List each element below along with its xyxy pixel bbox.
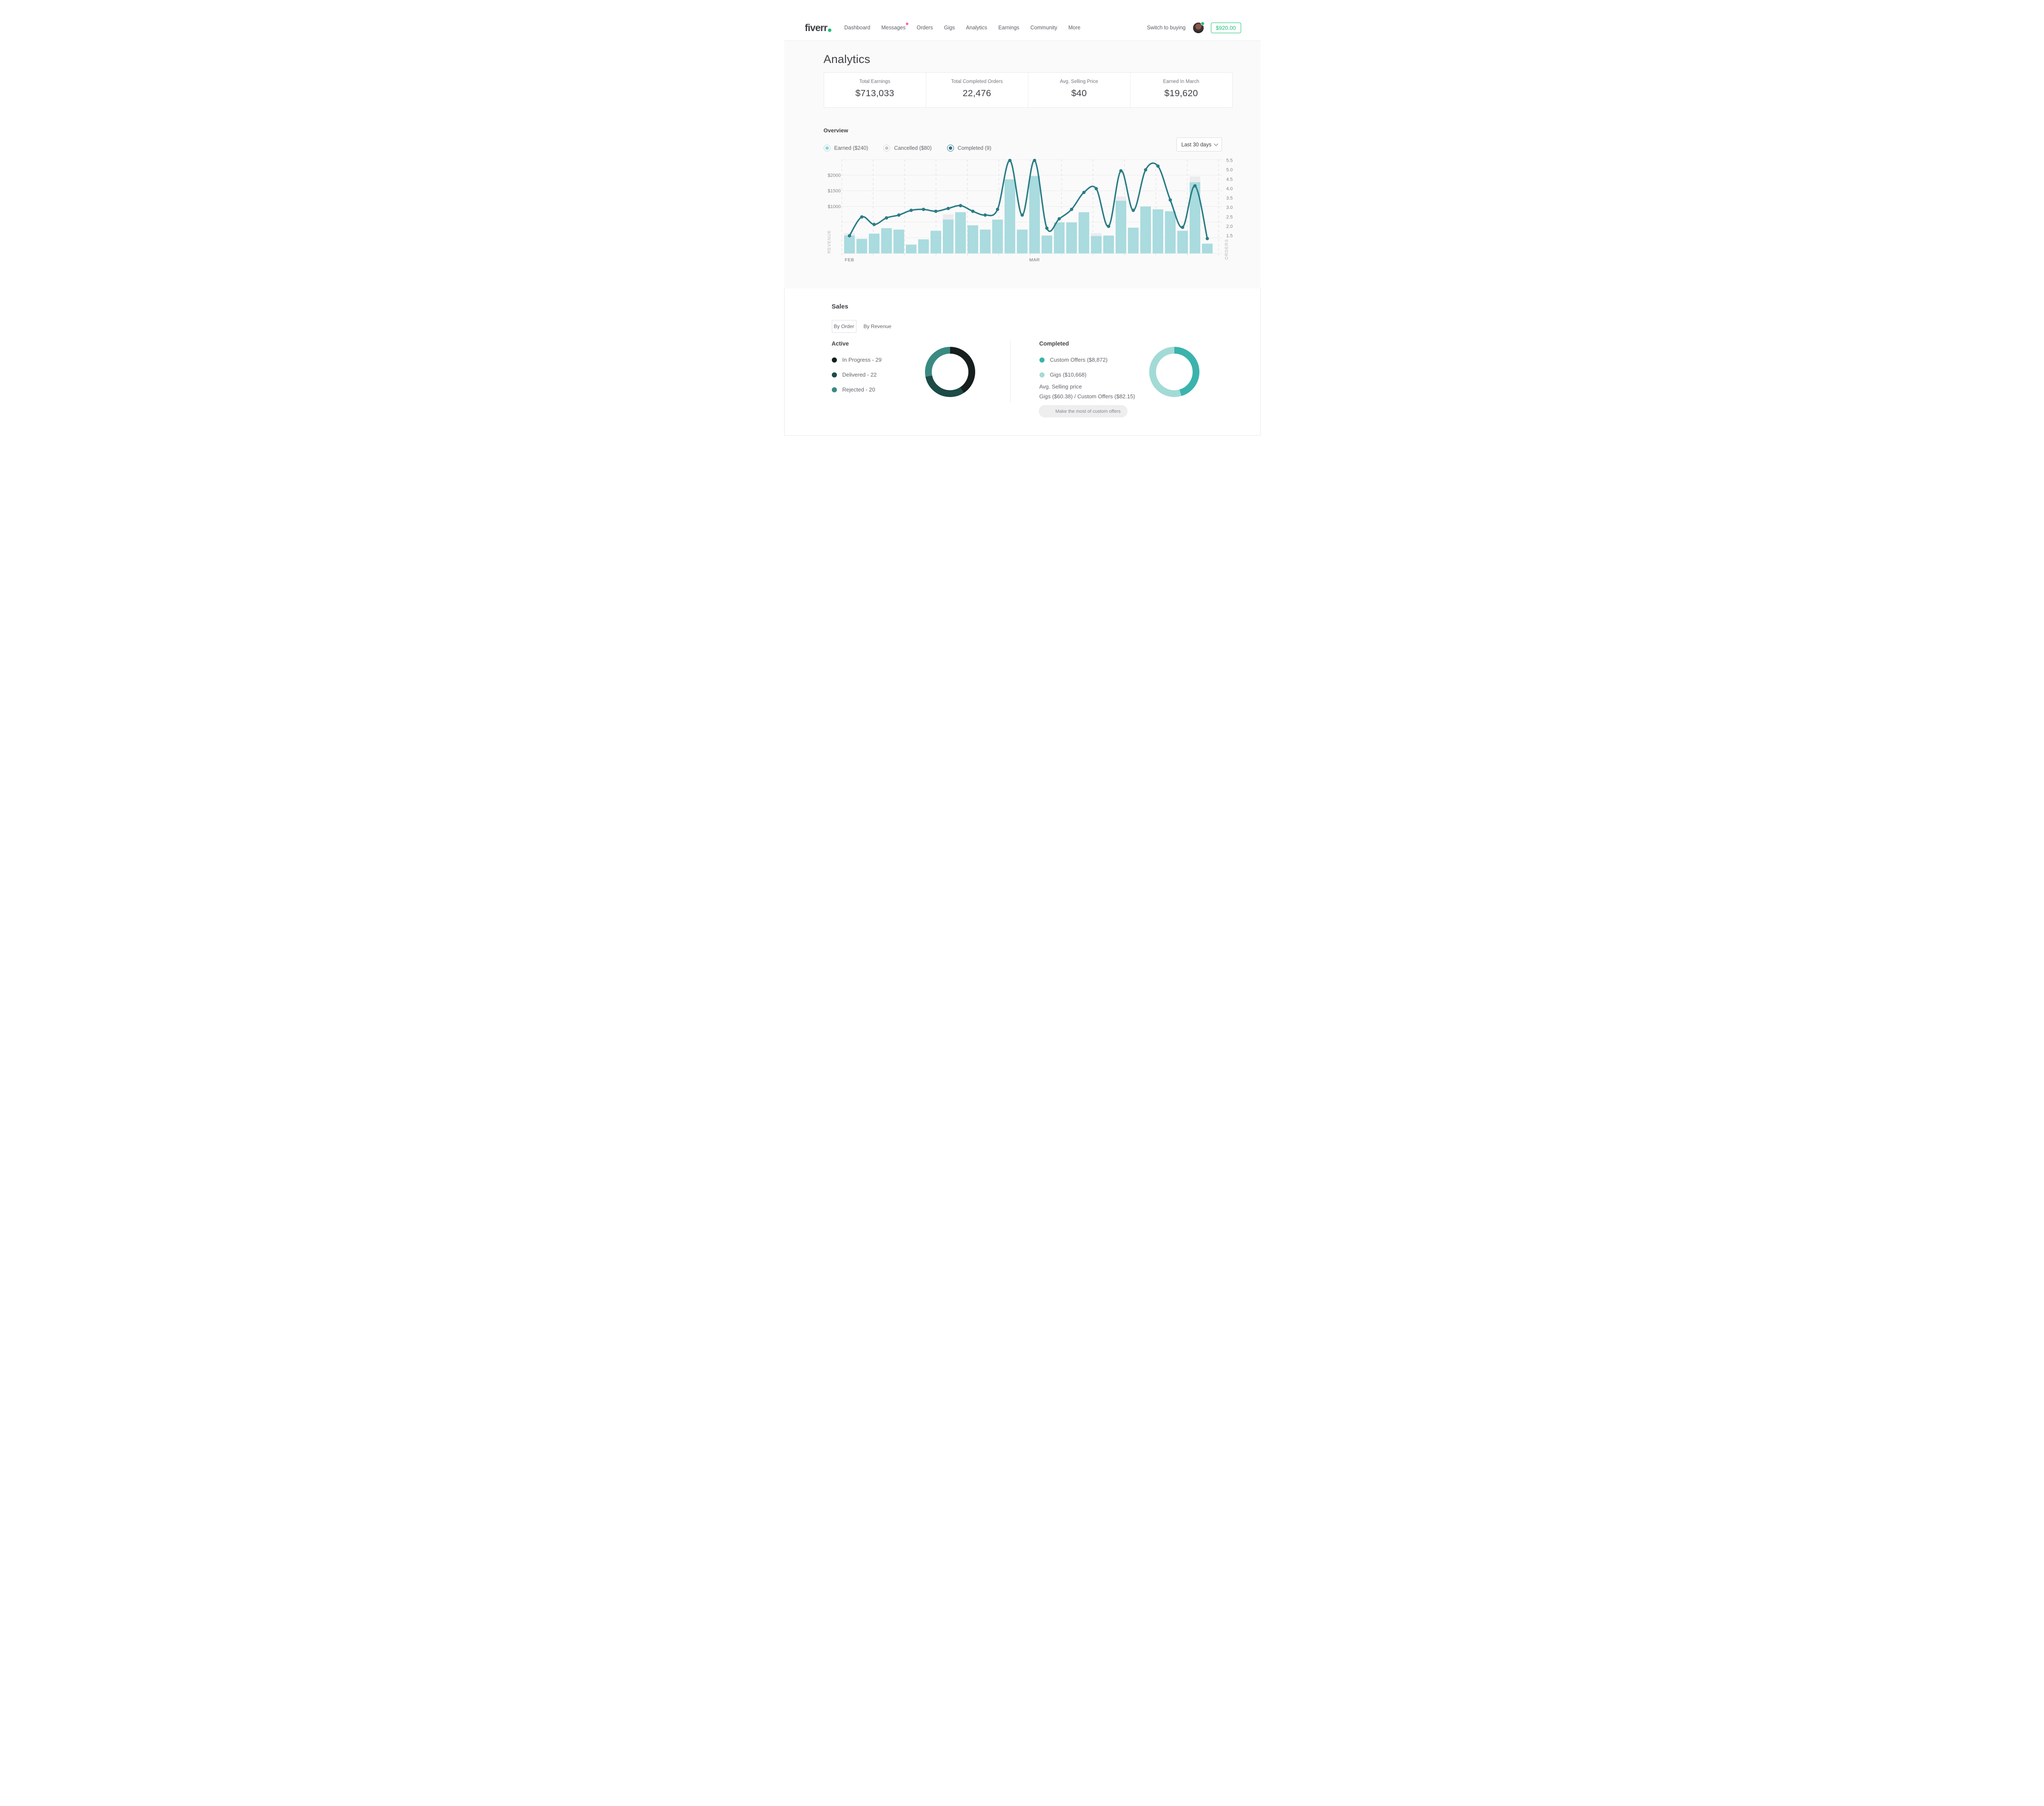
overview-heading: Overview: [824, 127, 848, 134]
svg-text:2.0: 2.0: [1226, 224, 1233, 229]
legend-label: Rejected - 20: [842, 386, 875, 393]
stat-label: Total Completed Orders: [926, 79, 1028, 84]
radio-icon: [824, 145, 831, 151]
svg-text:2.5: 2.5: [1226, 214, 1233, 220]
fiverr-logo-text: fiverr: [805, 22, 828, 34]
filter-label: Cancelled ($80): [894, 145, 931, 151]
stat-avg-selling-price: Avg. Selling Price $40: [1028, 73, 1130, 107]
nav-item-dashboard[interactable]: Dashboard: [844, 25, 870, 31]
nav-item-messages[interactable]: Messages: [881, 25, 905, 31]
online-status-icon: [1201, 22, 1205, 26]
tab-by-order[interactable]: By Order: [832, 320, 856, 333]
legend-label: In Progress - 29: [842, 357, 882, 363]
svg-text:REVENUE: REVENUE: [827, 230, 832, 253]
overview-chart: $2000 $1500 $1000 5.5 5.0 4.5 4.0 3.5 3.0 2.5 2.0 1…: [826, 157, 1239, 264]
legend-item: Delivered - 22: [832, 367, 882, 382]
completed-heading: Completed: [1039, 340, 1069, 347]
legend-label: Custom Offers ($8,872): [1050, 357, 1108, 363]
legend-item: Gigs ($10,668): [1039, 367, 1108, 382]
nav-item-community[interactable]: Community: [1031, 25, 1057, 31]
legend-dot-icon: [832, 387, 837, 392]
svg-text:3.0: 3.0: [1226, 205, 1233, 210]
nav-item-gigs[interactable]: Gigs: [944, 25, 955, 31]
svg-text:ORDERS: ORDERS: [1225, 239, 1229, 260]
svg-text:$2000: $2000: [828, 173, 841, 178]
filter-label: Earned ($240): [834, 145, 868, 151]
stats-summary-bar: Total Earnings $713,033Total Completed Or…: [824, 72, 1233, 108]
nav-item-more[interactable]: More: [1068, 25, 1080, 31]
legend-label: Delivered - 22: [842, 371, 877, 378]
completed-legend: Custom Offers ($8,872) Gigs ($10,668): [1039, 352, 1108, 382]
active-heading: Active: [832, 340, 849, 347]
legend-label: Gigs ($10,668): [1050, 371, 1087, 378]
header-right-group: Switch to buying $920.00: [1147, 23, 1241, 33]
legend-item: Rejected - 20: [832, 382, 882, 397]
filter-radio-cancelled[interactable]: Cancelled ($80): [883, 145, 931, 151]
balance-button[interactable]: $920.00: [1211, 23, 1241, 33]
svg-text:4.0: 4.0: [1226, 186, 1233, 191]
filter-radio-completed[interactable]: Completed (9): [947, 145, 991, 151]
svg-text:FEB: FEB: [845, 257, 854, 263]
fiverr-logo[interactable]: fiverr: [805, 22, 832, 34]
stat-label: Earned In March: [1130, 79, 1232, 84]
legend-dot-icon: [832, 372, 837, 377]
filter-radio-earned[interactable]: Earned ($240): [824, 145, 868, 151]
svg-text:$1500: $1500: [828, 189, 841, 194]
nav-item-earnings[interactable]: Earnings: [998, 25, 1019, 31]
avg-selling-price-label: Avg. Selling price: [1039, 383, 1082, 390]
avg-selling-price-values: Gigs ($60.38) / Custom Offers ($82.15): [1039, 393, 1135, 400]
chevron-down-icon: [1213, 142, 1218, 146]
unread-messages-badge-icon: [906, 23, 908, 25]
revenue-orders-chart-svg: $2000 $1500 $1000 5.5 5.0 4.5 4.0 3.5 3.0 2.5 2.0 1…: [826, 157, 1239, 264]
tab-by-revenue[interactable]: By Revenue: [864, 320, 891, 333]
active-legend: In Progress - 29 Delivered - 22 Rejected -…: [832, 352, 882, 397]
legend-item: In Progress - 29: [832, 352, 882, 367]
legend-dot-icon: [832, 357, 837, 363]
avatar[interactable]: [1193, 23, 1204, 33]
stat-value: $713,033: [824, 88, 926, 99]
sales-divider: [1010, 340, 1011, 403]
stat-label: Avg. Selling Price: [1028, 79, 1130, 84]
switch-to-buying-link[interactable]: Switch to buying: [1147, 25, 1185, 31]
stat-total-earnings: Total Earnings $713,033: [824, 73, 926, 107]
legend-item: Custom Offers ($8,872): [1039, 352, 1108, 367]
active-orders-donut-chart: [925, 346, 976, 397]
stat-total-completed-orders: Total Completed Orders 22,476: [926, 73, 1028, 107]
date-range-value: Last 30 days: [1182, 142, 1212, 148]
nav-item-orders[interactable]: Orders: [916, 25, 933, 31]
stat-value: $40: [1028, 88, 1130, 99]
overview-filter-radios: Earned ($240) Cancelled ($80) Completed (9…: [824, 145, 991, 151]
svg-text:4.5: 4.5: [1226, 177, 1233, 182]
stat-value: 22,476: [926, 88, 1028, 99]
stat-earned-in-march: Earned In March $19,620: [1130, 73, 1232, 107]
radio-icon: [947, 145, 954, 151]
legend-dot-icon: [1039, 372, 1045, 377]
svg-text:MAR: MAR: [1029, 257, 1040, 263]
fiverr-logo-green-dot-icon: [828, 29, 831, 32]
stat-label: Total Earnings: [824, 79, 926, 84]
svg-text:3.5: 3.5: [1226, 196, 1233, 201]
nav-item-analytics[interactable]: Analytics: [966, 25, 987, 31]
filter-label: Completed (9): [958, 145, 991, 151]
stat-value: $19,620: [1130, 88, 1232, 99]
top-navigation-bar: fiverr Dashboard Messages Orders Gigs Analyt…: [784, 15, 1261, 41]
svg-text:5.5: 5.5: [1226, 158, 1233, 163]
analytics-page: fiverr Dashboard Messages Orders Gigs Analyt…: [767, 0, 1278, 452]
svg-text:5.0: 5.0: [1226, 168, 1233, 173]
date-range-dropdown[interactable]: Last 30 days: [1176, 137, 1222, 151]
radio-icon: [883, 145, 890, 151]
svg-text:1.5: 1.5: [1226, 234, 1233, 239]
main-nav: Dashboard Messages Orders Gigs Analytics Earn…: [844, 25, 1080, 31]
svg-text:$1000: $1000: [828, 204, 841, 209]
custom-offers-cta-button[interactable]: Make the most of custom offers: [1039, 405, 1128, 417]
sales-heading: Sales: [832, 303, 848, 310]
legend-dot-icon: [1039, 357, 1045, 363]
page-title: Analytics: [824, 53, 871, 66]
completed-orders-donut-chart: [1149, 346, 1200, 397]
